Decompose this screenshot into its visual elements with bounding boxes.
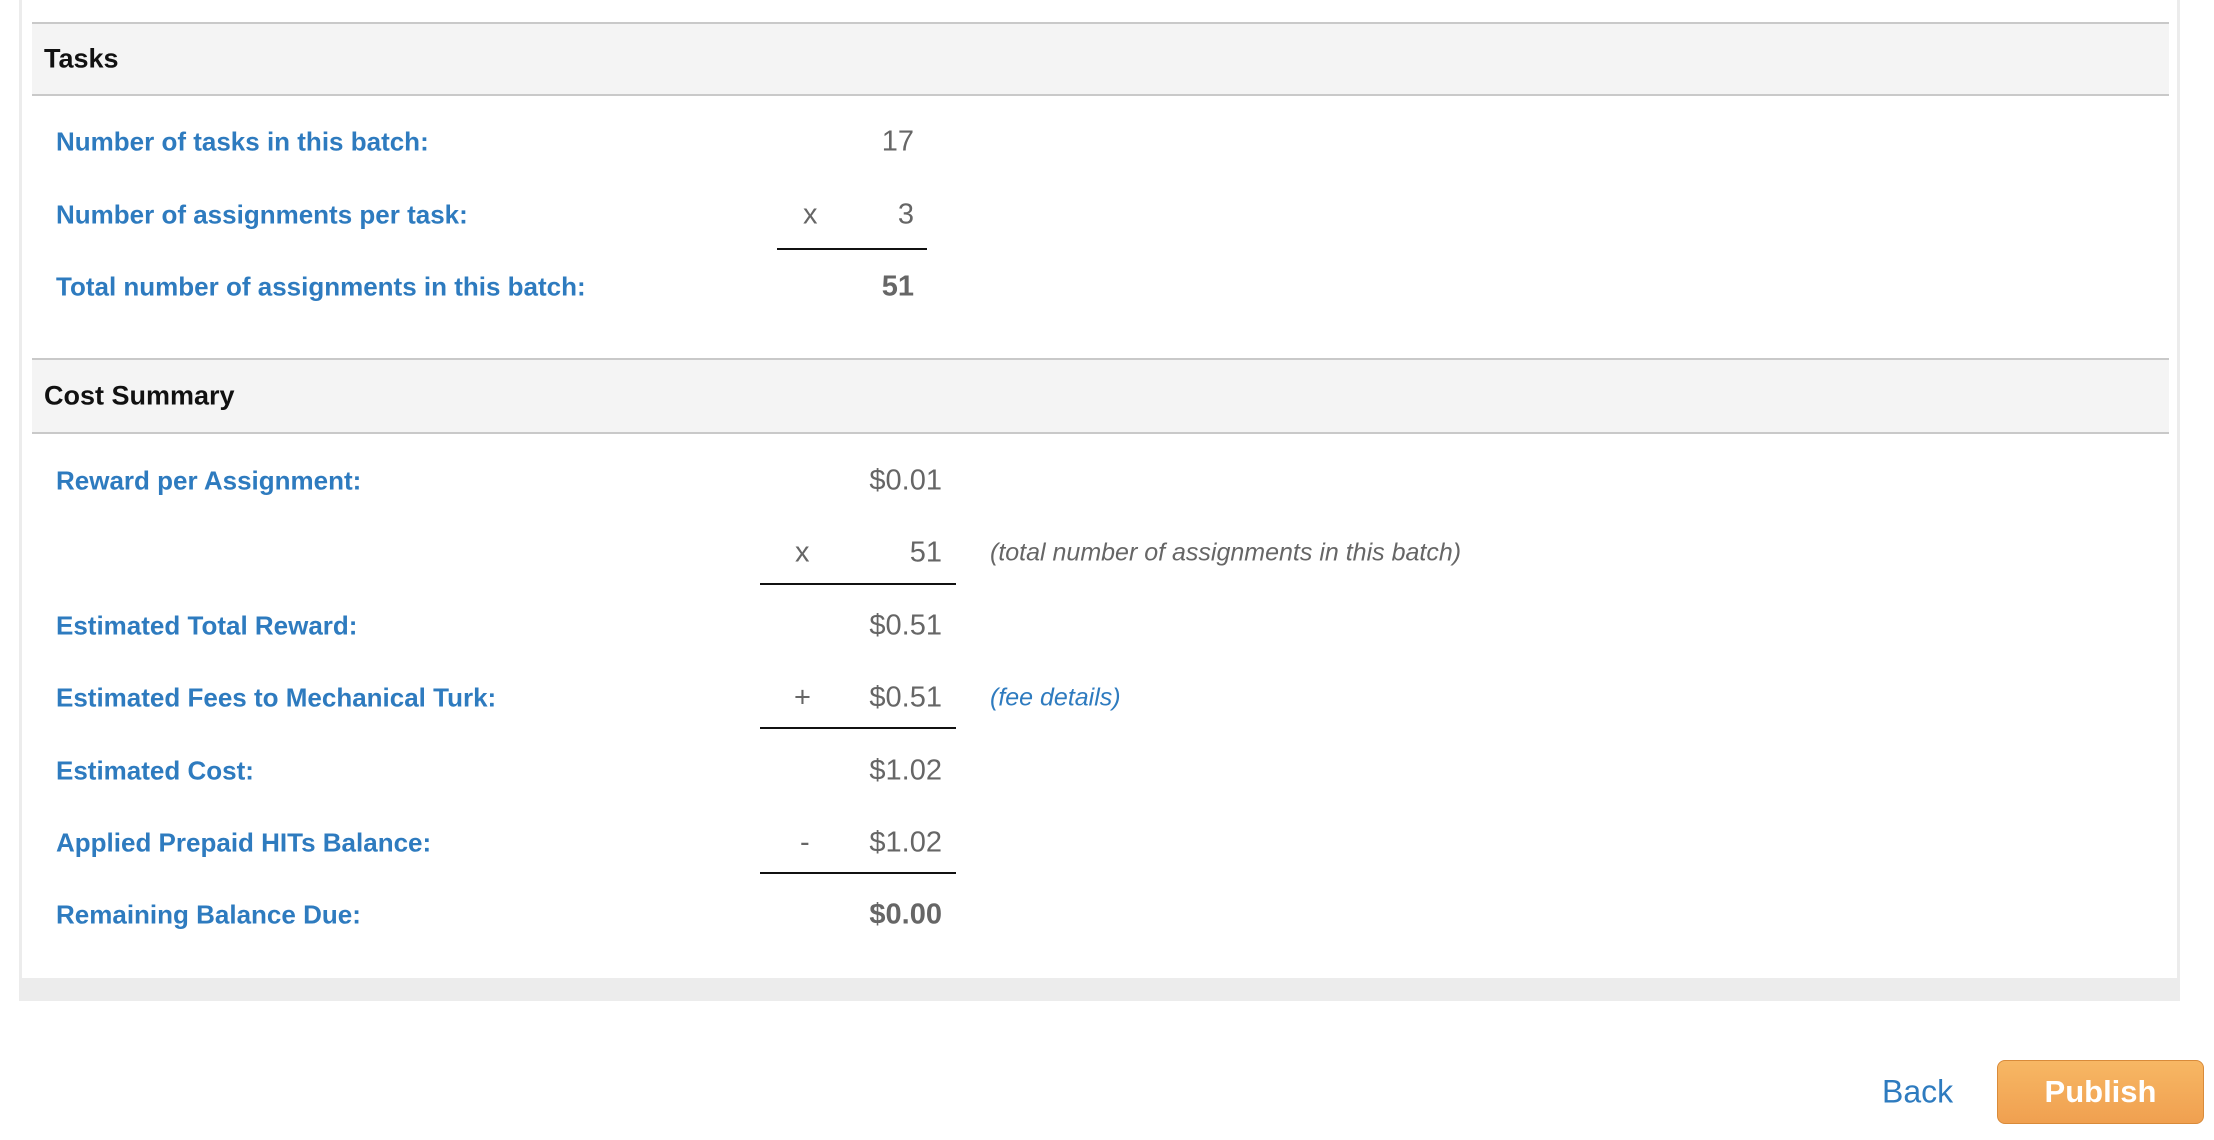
estimated-cost-label: Estimated Cost: <box>56 755 254 786</box>
tasks-count-value: 17 <box>881 125 914 158</box>
multiply-operator: x <box>803 198 818 231</box>
remaining-balance-value: $0.00 <box>869 898 942 931</box>
reward-per-assignment-label: Reward per Assignment: <box>56 465 362 496</box>
multiply-operator: x <box>795 536 810 569</box>
tasks-sum-rule <box>777 248 927 250</box>
estimated-fees-label: Estimated Fees to Mechanical Turk: <box>56 682 497 713</box>
estimated-total-reward-label: Estimated Total Reward: <box>56 610 358 641</box>
tasks-section-header: Tasks <box>32 22 2169 96</box>
back-button[interactable]: Back <box>1882 1074 1953 1111</box>
minus-operator: - <box>800 826 810 859</box>
prepaid-balance-label: Applied Prepaid HITs Balance: <box>56 827 432 858</box>
panel-footer-band <box>19 978 2180 1001</box>
total-assignments-value: 51 <box>881 270 914 303</box>
assignment-count-note: (total number of assignments in this bat… <box>990 538 1462 567</box>
plus-operator: + <box>794 681 811 714</box>
reward-per-assignment-value: $0.01 <box>869 464 942 497</box>
prepaid-balance-value: $1.02 <box>869 826 942 859</box>
cost-summary-section-header: Cost Summary <box>32 358 2169 434</box>
tasks-count-label: Number of tasks in this batch: <box>56 126 429 157</box>
remaining-balance-label: Remaining Balance Due: <box>56 899 361 930</box>
total-assignments-label: Total number of assignments in this batc… <box>56 271 586 302</box>
tasks-section-title: Tasks <box>44 43 119 74</box>
publish-button[interactable]: Publish <box>1997 1060 2204 1124</box>
estimated-cost-value: $1.02 <box>869 754 942 787</box>
assignment-count-value: 51 <box>909 536 942 569</box>
estimated-total-reward-value: $0.51 <box>869 609 942 642</box>
fee-details-link[interactable]: (fee details) <box>990 684 1121 713</box>
balance-sum-rule <box>760 872 956 874</box>
reward-sum-rule <box>760 583 956 585</box>
assignments-per-task-value: 3 <box>897 198 914 231</box>
assignments-per-task-label: Number of assignments per task: <box>56 199 468 230</box>
estimated-fees-value: $0.51 <box>869 681 942 714</box>
cost-summary-section-title: Cost Summary <box>44 380 235 411</box>
fees-sum-rule <box>760 727 956 729</box>
